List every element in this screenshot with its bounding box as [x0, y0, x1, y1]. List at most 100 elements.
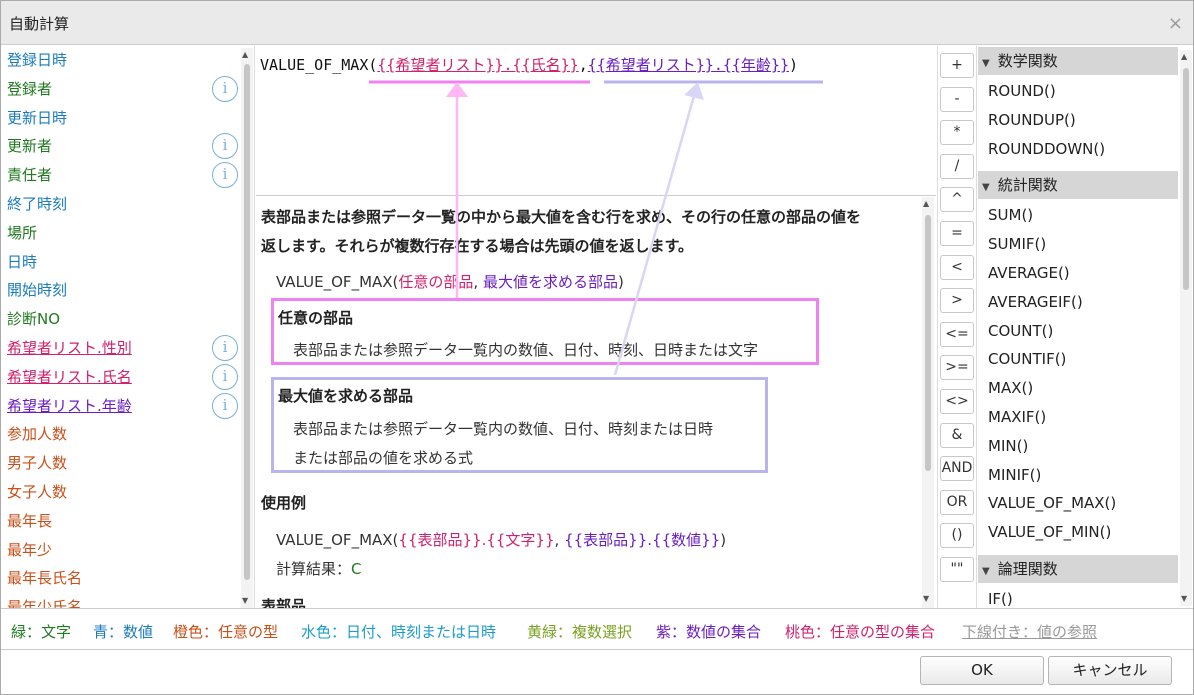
field-label: 最年長氏名	[7, 569, 83, 588]
cancel-button[interactable]: キャンセル	[1048, 656, 1172, 685]
scroll-up-icon[interactable]: ▲	[923, 199, 929, 208]
scroll-up-icon[interactable]: ▲	[1181, 52, 1187, 61]
function-item[interactable]: ROUNDDOWN()	[988, 140, 1105, 158]
info-icon[interactable]: i	[212, 363, 238, 390]
formula-separator: ,	[578, 56, 588, 74]
function-item[interactable]: ROUND()	[988, 82, 1056, 100]
field-item[interactable]: 更新者 i	[7, 132, 243, 161]
param1-highlight: 任意の部品 表部品または参照データ一覧内の数値、日付、時刻、日時または文字	[271, 298, 819, 365]
field-label: 最年長	[7, 511, 53, 530]
field-item[interactable]: 希望者リスト.氏名 i	[7, 363, 243, 392]
field-item[interactable]: 参加人数	[7, 420, 243, 449]
signature-arg2: 最大値を求める部品	[482, 273, 618, 291]
function-category-label: 統計関数	[997, 176, 1058, 195]
function-list-scrollbar[interactable]: ▲ ▼	[1180, 50, 1192, 606]
field-item[interactable]: 更新日時	[7, 104, 243, 133]
operator-button[interactable]: =	[940, 221, 974, 246]
formula-editor[interactable]: VALUE_OF_MAX({{希望者リスト}}.{{氏名}},{{希望者リスト}…	[256, 46, 936, 196]
field-item[interactable]: 希望者リスト.性別 i	[7, 334, 243, 363]
operator-button[interactable]: >=	[940, 355, 974, 381]
info-icon[interactable]: i	[212, 162, 238, 189]
field-item[interactable]: 女子人数	[7, 478, 243, 507]
function-item[interactable]: MAX()	[988, 379, 1033, 397]
function-category[interactable]: ▼ 統計関数	[978, 171, 1178, 200]
field-label: 希望者リスト.性別	[7, 339, 132, 357]
function-item[interactable]: AVERAGE()	[988, 264, 1070, 282]
function-category[interactable]: ▼ 数学関数	[978, 47, 1178, 75]
field-label: 登録者	[7, 79, 53, 98]
operator-button[interactable]: <>	[940, 389, 974, 414]
scrollbar-thumb[interactable]	[925, 215, 931, 471]
formula-expression[interactable]: VALUE_OF_MAX({{希望者リスト}}.{{氏名}},{{希望者リスト}…	[260, 54, 798, 75]
table-title: 表部品	[261, 597, 307, 608]
field-item[interactable]: 場所	[7, 219, 243, 248]
field-item[interactable]: 開始時刻	[7, 276, 243, 305]
field-label: 登録日時	[7, 51, 68, 69]
operator-button[interactable]: >	[940, 288, 974, 314]
scroll-down-icon[interactable]: ▼	[1181, 594, 1187, 603]
legend-blue: 青：数値	[93, 623, 154, 641]
operator-button[interactable]: -	[940, 86, 974, 112]
field-item[interactable]: 日時	[7, 248, 243, 277]
field-item[interactable]: 最年少氏名	[7, 593, 243, 608]
operator-button[interactable]: AND	[940, 456, 974, 482]
operator-button[interactable]: &	[940, 422, 974, 448]
field-item[interactable]: 診断NO	[7, 305, 243, 334]
function-item[interactable]: MIN()	[988, 437, 1028, 455]
field-item[interactable]: 登録日時	[7, 46, 243, 75]
operator-button[interactable]: ()	[940, 523, 974, 549]
function-list: ▲ ▼ ▼ 数学関数 ROUND() ROUNDUP() ROUNDDOWN() ▼ 統計関…	[978, 46, 1194, 608]
scroll-down-icon[interactable]: ▼	[923, 594, 929, 603]
field-label: 診断NO	[7, 310, 61, 329]
example-result: 計算結果：C	[276, 558, 362, 579]
info-icon[interactable]: i	[212, 335, 238, 361]
function-item[interactable]: MAXIF()	[988, 408, 1046, 426]
field-item[interactable]: 登録者 i	[7, 75, 243, 104]
signature-arg1: 任意の部品	[398, 273, 474, 291]
field-item[interactable]: 最年少	[7, 536, 243, 565]
ok-button[interactable]: OK	[920, 656, 1044, 685]
example-function: VALUE_OF_MAX(	[276, 531, 399, 549]
function-item[interactable]: IF()	[988, 590, 1013, 608]
operator-button[interactable]: /	[940, 153, 974, 179]
field-label: 男子人数	[7, 454, 68, 473]
field-item[interactable]: 最年長氏名	[7, 564, 243, 593]
field-label: 開始時刻	[7, 281, 68, 300]
signature-close: )	[617, 273, 624, 291]
function-item[interactable]: AVERAGEIF()	[988, 293, 1083, 311]
operator-button[interactable]: ""	[940, 557, 974, 582]
operator-button[interactable]: *	[940, 120, 974, 146]
close-icon[interactable]: ×	[1168, 13, 1183, 34]
info-icon[interactable]: i	[212, 392, 238, 419]
function-item[interactable]: VALUE_OF_MIN()	[988, 523, 1111, 541]
operator-button[interactable]: ^	[940, 187, 974, 213]
operator-button[interactable]: <	[940, 254, 974, 280]
info-icon[interactable]: i	[212, 75, 238, 102]
field-item[interactable]: 最年長	[7, 507, 243, 536]
function-item[interactable]: MINIF()	[988, 466, 1041, 484]
legend-yellowgreen: 黄緑：複数選択	[527, 623, 633, 641]
function-item[interactable]: VALUE_OF_MAX()	[988, 494, 1116, 512]
function-item[interactable]: COUNT()	[988, 322, 1053, 340]
function-item[interactable]: COUNTIF()	[988, 350, 1066, 368]
operator-button[interactable]: <=	[940, 321, 974, 347]
help-scrollbar[interactable]: ▲ ▼	[922, 197, 934, 608]
legend-orange: 橙色：任意の型	[173, 623, 279, 641]
operator-button[interactable]: +	[940, 53, 974, 78]
function-item[interactable]: ROUNDUP()	[988, 111, 1076, 129]
operator-button[interactable]: OR	[940, 489, 974, 515]
scrollbar-thumb[interactable]	[1183, 68, 1189, 290]
function-category-label: 数学関数	[997, 52, 1058, 70]
field-item[interactable]: 希望者リスト.年齢 i	[7, 392, 243, 421]
info-icon[interactable]: i	[212, 133, 238, 160]
function-item[interactable]: SUM()	[988, 206, 1033, 224]
legend-green: 緑：文字	[11, 623, 72, 641]
collapse-triangle-icon: ▼	[982, 566, 990, 577]
function-category[interactable]: ▼ 論理関数	[978, 555, 1178, 583]
field-item[interactable]: 終了時刻	[7, 190, 243, 219]
scrollbar-thumb[interactable]	[244, 64, 250, 580]
field-item[interactable]: 責任者 i	[7, 161, 243, 190]
function-item[interactable]: SUMIF()	[988, 235, 1046, 253]
field-label: 最年少	[7, 540, 53, 559]
field-item[interactable]: 男子人数	[7, 449, 243, 478]
